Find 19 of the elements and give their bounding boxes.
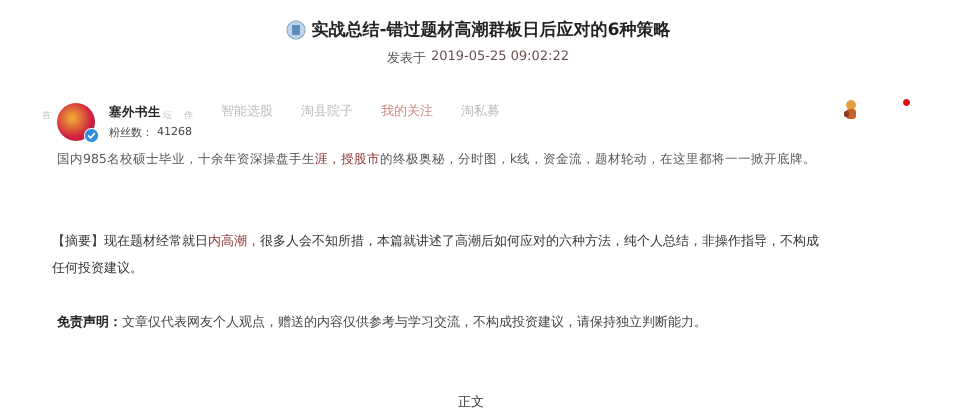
article-summary: 【摘要】现在题材经常就日 内高潮，很多人会不知所措，本篇就讲述了高潮后如何应对的六种方法，纯个人总结，非操作指导，不构成任何投资建议。 [51, 233, 820, 278]
article-title: 实战总结-错过题材高潮群板日后应对的6种策略 [312, 19, 670, 41]
nav-link[interactable]: 智能选股 [221, 102, 273, 120]
author-bio: 国内985名校硕士毕业，十余年资深操盘手生涯，授股市的终极奥秘，分时图，k线，资金流，题材轮动，在这里都将一一掀开底牌。 [56, 151, 818, 168]
notification-dot-icon [903, 99, 910, 106]
nav-link[interactable]: 作 [184, 108, 193, 122]
fans-label: 粉丝数： [109, 125, 153, 140]
nav-link[interactable]: 我的关注 [381, 102, 433, 120]
fans-count: 41268 [157, 125, 192, 140]
disclaimer: 免责声明：文章仅代表网友个人观点，赠送的内容仅供参考与学习交流，不构成投资建议，请保持独立判断能力。 [56, 314, 708, 331]
nav-link[interactable]: 淘私募 [461, 102, 500, 120]
badge-icon [286, 20, 306, 40]
nav-link[interactable]: 坛 [163, 108, 172, 122]
section-heading: 正文 [458, 394, 484, 410]
nav-link[interactable]: 首 [42, 108, 51, 122]
author-name[interactable]: 塞外书生 [109, 104, 161, 121]
posted-label: 发表于 [386, 50, 426, 67]
nav-link[interactable]: 淘县院子 [301, 102, 353, 120]
posted-date: 2019-05-25 09:02:22 [430, 49, 570, 66]
